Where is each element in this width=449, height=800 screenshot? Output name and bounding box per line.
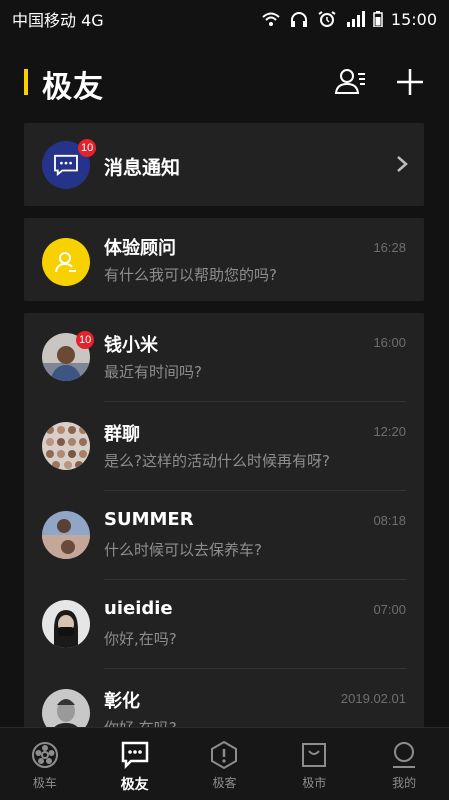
tab-label: 我的: [392, 776, 417, 790]
battery-icon: [373, 11, 383, 27]
conversation-name: 钱小米: [104, 335, 158, 356]
tab-label: 极客: [212, 776, 237, 790]
tab-label: 极友: [120, 777, 149, 793]
chevron-right-icon: [397, 156, 408, 172]
conversation-time: 16:00: [373, 335, 406, 350]
notification-label: 消息通知: [104, 157, 181, 179]
plus-icon: [397, 69, 423, 95]
page-header: 极友: [0, 58, 449, 108]
status-bar: 中国移动 4G 15:00: [0, 0, 449, 38]
clock-label: 15:00: [390, 9, 437, 29]
signal-icon: [346, 11, 365, 27]
wheel-icon: [31, 742, 58, 768]
conversation-name: uieidie: [104, 598, 173, 619]
profile-icon: [393, 742, 416, 768]
tab-label: 极市: [302, 776, 327, 790]
conversation-message: 什么时候可以去保养车?: [104, 541, 262, 559]
title-accent-bar: [24, 69, 28, 95]
conversation-time: 12:20: [373, 424, 406, 439]
conversation-time: 2019.02.01: [340, 691, 406, 706]
tab-jiche[interactable]: 极车: [0, 728, 90, 800]
page-title: 极友: [42, 70, 104, 105]
wifi-icon: [262, 12, 280, 26]
conversation-name: SUMMER: [104, 509, 194, 530]
conversation-row[interactable]: 群聊 是么?这样的活动什么时候再有呀? 12:20: [24, 402, 424, 491]
alarm-icon: [318, 11, 336, 27]
carrier-label: 中国移动 4G: [12, 11, 104, 30]
conversation-row[interactable]: 彰化 你好,在吗? 2019.02.01: [24, 669, 424, 733]
conversation-time: 08:18: [373, 513, 406, 528]
headphones-icon: [290, 12, 307, 27]
contacts-button[interactable]: [334, 66, 366, 98]
conversation-row[interactable]: SUMMER 什么时候可以去保养车? 08:18: [24, 491, 424, 580]
add-button[interactable]: [394, 66, 426, 98]
conversation-row[interactable]: uieidie 你好,在吗? 07:00: [24, 580, 424, 669]
group-avatar: [42, 422, 90, 470]
advisor-name: 体验顾问: [104, 238, 176, 259]
avatar: [42, 600, 90, 648]
hexagon-icon: [211, 740, 238, 770]
notification-entry[interactable]: 10 消息通知: [24, 123, 424, 206]
conversation-row[interactable]: 10 钱小米 最近有时间吗? 16:00: [24, 313, 424, 402]
notification-badge: 10: [78, 139, 97, 157]
chat-bubble-icon: [54, 154, 78, 176]
tab-label: 极车: [32, 776, 57, 790]
advisor-time: 16:28: [373, 240, 406, 255]
advisor-avatar: [42, 238, 90, 286]
avatar: [42, 511, 90, 559]
tab-wode[interactable]: 我的: [359, 728, 449, 800]
conversation-message: 最近有时间吗?: [104, 363, 202, 381]
conversation-name: 彰化: [104, 691, 140, 712]
bag-icon: [302, 743, 327, 767]
person-icon: [55, 252, 76, 273]
tab-jike[interactable]: 极客: [180, 728, 270, 800]
conversation-message: 是么?这样的活动什么时候再有呀?: [104, 452, 330, 470]
advisor-entry[interactable]: 体验顾问 有什么我可以帮助您的吗? 16:28: [24, 218, 424, 301]
conversation-name: 群聊: [104, 424, 140, 445]
chat-icon: [121, 741, 148, 770]
unread-badge: 10: [76, 331, 95, 349]
conversation-list: 10 钱小米 最近有时间吗? 16:00 群聊 是么?这样的活动什么时候再有呀?…: [24, 313, 424, 733]
tab-jishi[interactable]: 极市: [269, 728, 359, 800]
tab-jiyou[interactable]: 极友: [90, 728, 180, 800]
advisor-message: 有什么我可以帮助您的吗?: [104, 266, 277, 284]
conversation-message: 你好,在吗?: [104, 630, 177, 648]
conversation-time: 07:00: [373, 602, 406, 617]
contacts-icon: [334, 69, 365, 94]
bottom-tab-bar: 极车 极友 极客 极市 我的: [0, 727, 449, 800]
